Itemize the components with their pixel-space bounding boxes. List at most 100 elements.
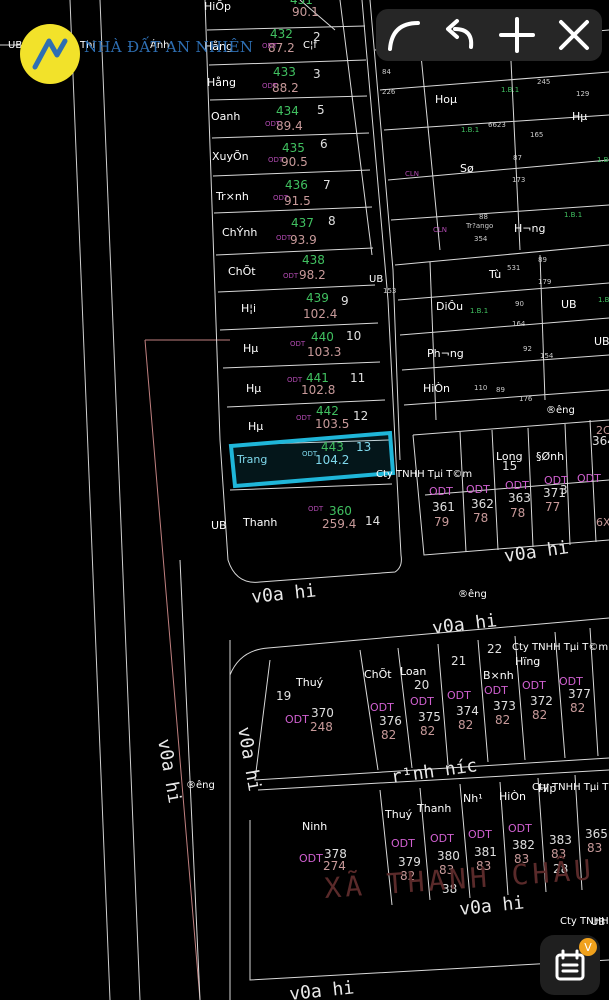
owner-label: ChÕt — [228, 265, 256, 278]
land-code: ODT — [429, 485, 453, 498]
road-label: v0a hi — [503, 537, 570, 567]
owner-label: Hïng — [515, 655, 540, 668]
land-code: ODT — [447, 689, 471, 702]
map-note: Tr?ango — [465, 222, 493, 230]
land-code: ODT — [468, 828, 492, 841]
map-note: 6623 — [488, 121, 506, 129]
parcel-number: 382 — [512, 838, 535, 852]
lot-number: 14 — [365, 514, 380, 528]
land-code: CLN — [433, 226, 447, 234]
land-code: ODT — [302, 450, 318, 458]
owner-label: Nh¹ — [463, 792, 483, 805]
owner-label: Hång — [207, 76, 236, 89]
owner-label: UB — [369, 274, 383, 285]
lot-number: 20 — [414, 678, 429, 692]
owner-label: ®êng — [458, 588, 487, 600]
notes-button[interactable]: V — [540, 935, 600, 995]
land-code: ODT — [276, 234, 292, 242]
parcel-number: 437 — [291, 216, 314, 230]
land-code: ODT — [296, 414, 312, 422]
parcel-area: 79 — [434, 515, 449, 529]
owner-label: Thanh — [242, 516, 277, 529]
close-button[interactable] — [550, 11, 598, 59]
land-code: ODT — [544, 474, 568, 487]
land-code: ODT — [370, 701, 394, 714]
map-note: 1.B.1 — [598, 296, 609, 304]
owner-label: ChÕt — [364, 668, 392, 681]
owner-label: Sø — [460, 162, 474, 175]
lot-number: 8 — [328, 214, 336, 228]
map-note: 354 — [474, 235, 488, 243]
land-code: ODT — [290, 340, 306, 348]
owner-label: XuyÕn — [212, 150, 249, 163]
owner-label: H¦i — [241, 302, 256, 315]
land-code: ODT — [484, 684, 508, 697]
parcel-number: 436 — [285, 178, 308, 192]
map-note: 1.B.1 — [501, 86, 519, 94]
map-note: 173 — [512, 176, 525, 184]
land-code: ODT — [262, 82, 278, 90]
owner-label: ChÝnh — [222, 226, 257, 239]
owner-label: Hµ — [248, 420, 263, 433]
parcel-number: 376 — [379, 714, 402, 728]
land-code: ODT — [577, 472, 601, 485]
parcel-number: 360 — [329, 504, 352, 518]
brand-logo-mark — [32, 38, 68, 70]
owner-label: Loan — [400, 665, 426, 678]
land-code: CLN — [405, 170, 419, 178]
land-code: ODT — [283, 272, 299, 280]
lot-number: 6 — [320, 137, 328, 151]
land-code: ODT — [299, 852, 323, 865]
parcel-number: 435 — [282, 141, 305, 155]
map-note: 88 — [479, 213, 488, 221]
land-code: ODT — [273, 194, 289, 202]
owner-label: Hµ — [572, 110, 587, 123]
owner-label: Tù — [488, 268, 501, 281]
land-code: ODT — [559, 675, 583, 688]
parcel-area: 259.4 — [322, 517, 356, 531]
parcel-number: 377 — [568, 687, 591, 701]
parcel-area: 82 — [532, 708, 547, 722]
land-code: ODT — [262, 42, 278, 50]
owner-label: HiÕp — [204, 0, 231, 13]
land-code: ODT — [508, 822, 532, 835]
map-note: 89 — [496, 386, 505, 394]
draw-curve-button[interactable] — [380, 11, 428, 59]
map-note: 87 — [513, 154, 522, 162]
cadastral-map[interactable]: HiÕp Hång Hång Oanh XuyÕn Tr×nh ChÝnh Ch… — [0, 0, 609, 1000]
owner-label: B×nh — [483, 669, 514, 682]
owner-label: Hoµ — [435, 93, 457, 106]
road-label: v0a hi — [458, 892, 525, 920]
map-note: 226 — [382, 88, 396, 96]
zoom-in-icon — [499, 17, 536, 53]
parcel-number: 372 — [530, 694, 553, 708]
lot-number: 7 — [323, 178, 331, 192]
parcel-area: 78 — [510, 506, 525, 520]
parcel-number: 439 — [306, 291, 329, 305]
map-toolbar — [376, 9, 602, 61]
owner-label: Cty TNHH Tµi T©m — [512, 642, 608, 653]
owner-label: Cty TNHH Tµi T©m — [376, 469, 472, 480]
lot-number: 5 — [317, 103, 325, 117]
map-note: 245 — [537, 78, 550, 86]
owner-label: UB — [561, 298, 577, 311]
owner-label: Ph¬ng — [427, 347, 464, 360]
add-button[interactable] — [493, 11, 541, 59]
close-icon — [558, 20, 589, 50]
notification-badge: V — [579, 938, 597, 956]
map-note: 153 — [383, 287, 396, 295]
road-label: v0a hi — [431, 610, 498, 639]
road-label: v0a hi — [250, 580, 317, 608]
lot-number: 10 — [346, 329, 361, 343]
parcel-area: 93.9 — [290, 233, 317, 247]
brand-logo[interactable] — [20, 24, 80, 84]
owner-label: Tr×nh — [215, 190, 249, 203]
parcel-area: 90.1 — [292, 5, 319, 19]
undo-button[interactable] — [437, 11, 485, 59]
parcel-number: 381 — [474, 845, 497, 859]
lot-number: 3 — [313, 67, 321, 81]
owner-label: Cty TNHH Tµi T©m — [560, 916, 609, 927]
map-note: 1.B.1 — [461, 126, 479, 134]
parcel-number: 440 — [311, 330, 334, 344]
parcel-number: 432 — [270, 27, 293, 41]
